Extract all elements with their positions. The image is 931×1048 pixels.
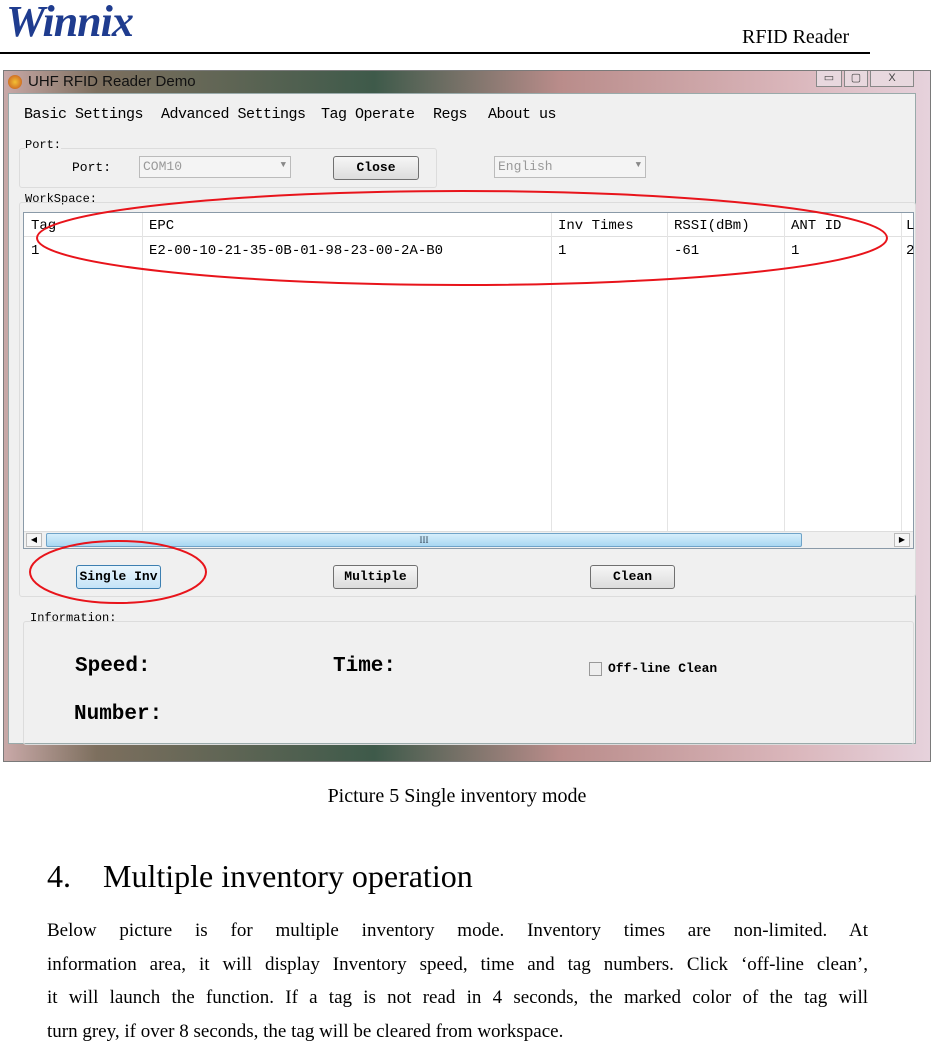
- cell-ant-id: 1: [791, 243, 799, 259]
- column-header-inv-times[interactable]: Inv Times: [558, 218, 634, 234]
- figure-caption: Picture 5 Single inventory mode: [0, 785, 914, 808]
- scroll-right-icon[interactable]: ▶: [894, 533, 910, 547]
- chevron-down-icon: ▼: [281, 160, 286, 170]
- window-title: UHF RFID Reader Demo: [28, 73, 196, 90]
- close-window-button[interactable]: X: [870, 71, 914, 87]
- menu-basic-settings[interactable]: Basic Settings: [24, 106, 143, 123]
- chevron-down-icon: ▼: [636, 160, 641, 170]
- document-title: RFID Reader: [742, 26, 849, 49]
- app-window-screenshot: UHF RFID Reader Demo ▭ ▢ X Basic Setting…: [3, 70, 931, 762]
- column-header-epc[interactable]: EPC: [149, 218, 174, 234]
- scroll-thumb[interactable]: III: [46, 533, 802, 547]
- cell-epc: E2-00-10-21-35-0B-01-98-23-00-2A-B0: [149, 243, 443, 259]
- offline-clean-label: Off-line Clean: [608, 661, 717, 676]
- header-divider: [0, 52, 870, 54]
- minimize-button[interactable]: ▭: [816, 71, 842, 87]
- port-label: Port:: [72, 160, 111, 175]
- winnix-logo: Winnix: [6, 0, 133, 47]
- clean-button[interactable]: Clean: [590, 565, 675, 589]
- port-select[interactable]: COM10 ▼: [139, 156, 291, 178]
- port-value: COM10: [143, 159, 182, 174]
- section-paragraph: Below picture is for multiple inventory …: [47, 914, 868, 1048]
- column-header-rssi[interactable]: RSSI(dBm): [674, 218, 750, 234]
- horizontal-scrollbar[interactable]: ◀ III ▶: [24, 531, 913, 548]
- speed-label: Speed:: [75, 655, 151, 678]
- information-group: [23, 621, 914, 745]
- time-label: Time:: [333, 655, 396, 678]
- menu-about-us[interactable]: About us: [488, 106, 556, 123]
- section-heading: 4. Multiple inventory operation: [47, 858, 473, 895]
- offline-clean-checkbox[interactable]: [589, 662, 602, 676]
- tag-table: Tag EPC Inv Times RSSI(dBm) ANT ID L 1 E…: [23, 212, 914, 549]
- cell-inv-times: 1: [558, 243, 566, 259]
- column-header-ant-id[interactable]: ANT ID: [791, 218, 841, 234]
- cell-rssi: -61: [674, 243, 699, 259]
- number-label: Number:: [74, 703, 162, 726]
- language-select[interactable]: English ▼: [494, 156, 646, 178]
- language-value: English: [498, 159, 553, 174]
- cell-l: 2: [906, 243, 914, 259]
- multiple-button[interactable]: Multiple: [333, 565, 418, 589]
- close-port-button[interactable]: Close: [333, 156, 419, 180]
- maximize-button[interactable]: ▢: [844, 71, 868, 87]
- menu-regs[interactable]: Regs: [433, 106, 467, 123]
- single-inv-button[interactable]: Single Inv: [76, 565, 161, 589]
- paragraph-line: turn grey, if over 8 seconds, the tag wi…: [47, 1015, 868, 1048]
- menu-tag-operate[interactable]: Tag Operate: [321, 106, 415, 123]
- app-icon: [8, 75, 22, 89]
- window-client: Basic Settings Advanced Settings Tag Ope…: [8, 93, 916, 744]
- menu-advanced-settings[interactable]: Advanced Settings: [161, 106, 306, 123]
- port-group-label: Port:: [25, 138, 61, 152]
- scroll-left-icon[interactable]: ◀: [26, 533, 42, 547]
- cell-tag: 1: [31, 243, 39, 259]
- column-header-tag[interactable]: Tag: [31, 218, 56, 234]
- paragraph-line: it will launch the function. If a tag is…: [47, 981, 868, 1015]
- paragraph-line: information area, it will display Invent…: [47, 948, 868, 982]
- paragraph-line: Below picture is for multiple inventory …: [47, 914, 868, 948]
- column-header-l[interactable]: L: [906, 218, 914, 234]
